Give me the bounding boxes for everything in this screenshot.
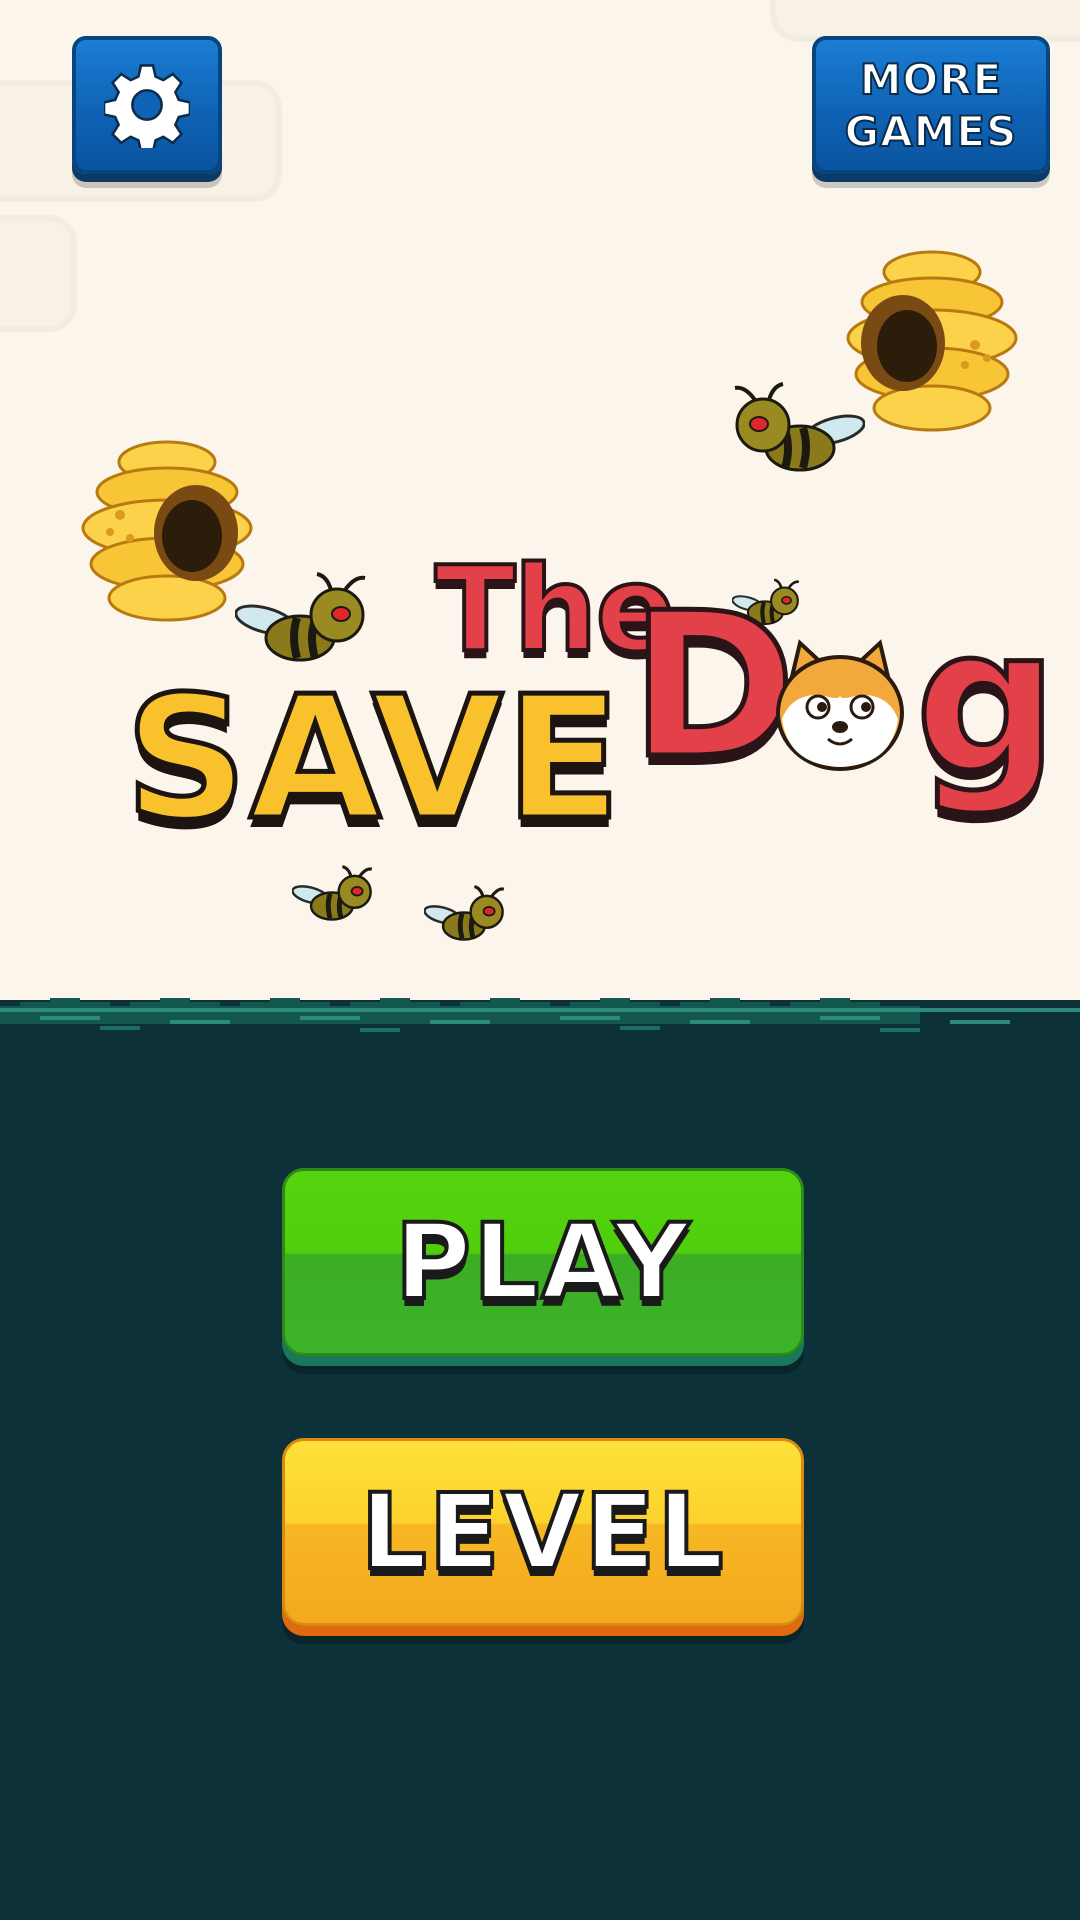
- bee-icon: [734, 382, 865, 472]
- wave-border: [0, 998, 1080, 1040]
- bee-icon: [292, 865, 373, 921]
- level-label: LEVEL: [358, 1469, 726, 1595]
- level-button[interactable]: LEVEL: [282, 1438, 804, 1626]
- play-button[interactable]: PLAY: [282, 1168, 804, 1356]
- more-games-label: MORE GAMES: [844, 54, 1018, 157]
- doge-face-icon: [776, 639, 904, 771]
- title-word-save: SAVE: [122, 658, 624, 861]
- beehive-icon: [81, 440, 253, 622]
- gear-icon: [104, 64, 190, 148]
- bee-icon: [424, 885, 505, 941]
- beehive-icon: [846, 250, 1018, 432]
- background-cloud: [0, 215, 77, 332]
- play-label: PLAY: [393, 1199, 692, 1325]
- title-letter-g: g: [912, 583, 1060, 821]
- settings-button[interactable]: [72, 36, 222, 174]
- more-games-button[interactable]: MORE GAMES: [812, 36, 1050, 174]
